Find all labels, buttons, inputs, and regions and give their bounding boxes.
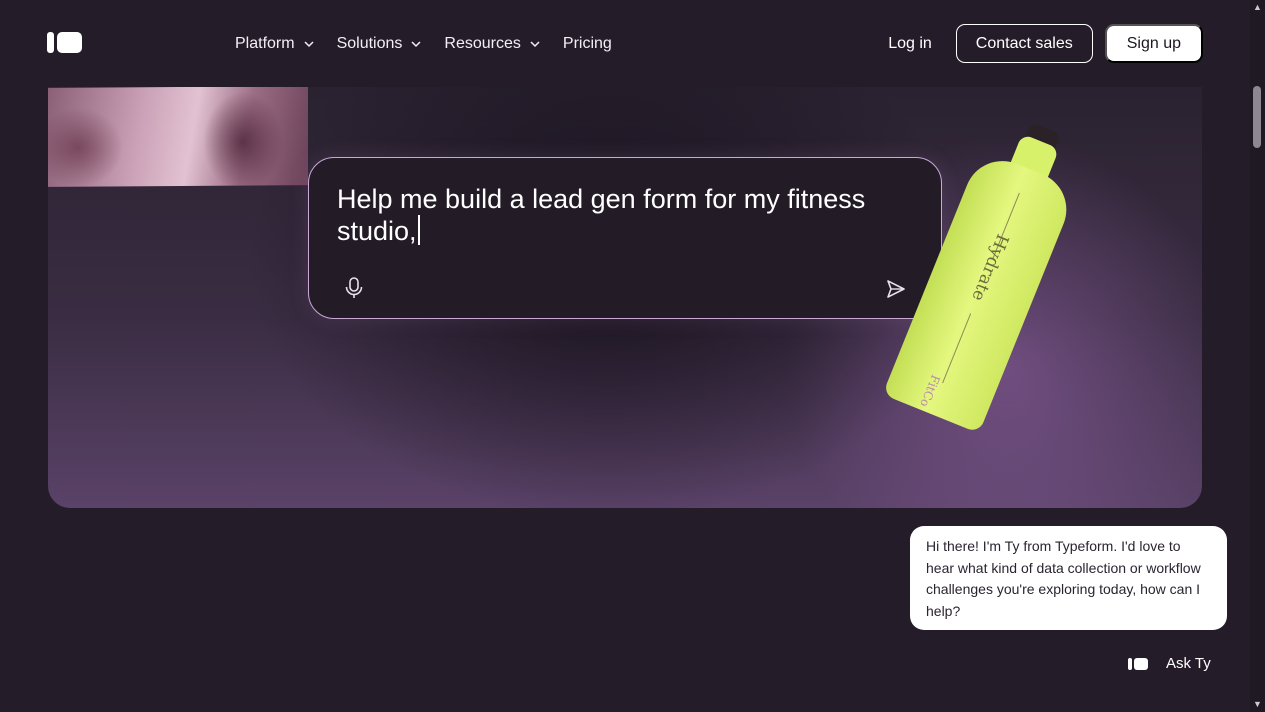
ai-prompt-box[interactable]: Help me build a lead gen form for my fit… xyxy=(308,157,942,319)
contact-sales-button[interactable]: Contact sales xyxy=(955,24,1093,63)
hero-photo xyxy=(48,87,308,187)
nav-platform[interactable]: Platform xyxy=(235,35,315,53)
page: Platform Solutions Resources Pricing Log… xyxy=(0,0,1265,712)
send-icon[interactable] xyxy=(885,278,907,300)
sign-up-button[interactable]: Sign up xyxy=(1104,24,1203,63)
ask-ty-label: Ask Ty xyxy=(1166,655,1211,672)
nav-resources[interactable]: Resources xyxy=(444,35,540,53)
main-nav: Platform Solutions Resources Pricing xyxy=(235,30,634,58)
login-link[interactable]: Log in xyxy=(888,35,932,53)
prompt-input[interactable]: Help me build a lead gen form for my fit… xyxy=(337,184,917,247)
nav-solutions[interactable]: Solutions xyxy=(337,35,423,53)
nav-solutions-label: Solutions xyxy=(336,35,403,52)
nav-pricing[interactable]: Pricing xyxy=(563,35,612,53)
logo-block xyxy=(1134,657,1148,670)
logo-bar xyxy=(47,32,54,53)
typeform-logo-icon[interactable] xyxy=(47,32,82,53)
scroll-thumb[interactable] xyxy=(1253,86,1261,148)
scrollbar[interactable]: ▲ ▼ xyxy=(1250,0,1265,712)
logo-bar xyxy=(1128,657,1132,670)
nav-pricing-label: Pricing xyxy=(562,35,612,52)
scroll-down-arrow-icon[interactable]: ▼ xyxy=(1253,700,1262,709)
nav-platform-label: Platform xyxy=(235,35,295,52)
chevron-down-icon xyxy=(530,41,540,48)
nav-resources-label: Resources xyxy=(444,35,521,52)
prompt-text: Help me build a lead gen form for my fit… xyxy=(337,184,866,246)
logo-block xyxy=(57,32,82,53)
chevron-down-icon xyxy=(304,41,314,48)
microphone-icon[interactable] xyxy=(343,276,365,300)
chat-message-bubble[interactable]: Hi there! I'm Ty from Typeform. I'd love… xyxy=(910,526,1227,630)
chevron-down-icon xyxy=(411,41,421,48)
text-caret xyxy=(417,215,420,245)
ask-ty-button[interactable]: Ask Ty xyxy=(1128,655,1211,672)
header-actions: Log in Contact sales Sign up xyxy=(888,24,1203,63)
scroll-up-arrow-icon[interactable]: ▲ xyxy=(1253,3,1262,12)
typeform-logo-icon xyxy=(1128,657,1148,670)
hero-section: Help me build a lead gen form for my fit… xyxy=(48,87,1202,508)
